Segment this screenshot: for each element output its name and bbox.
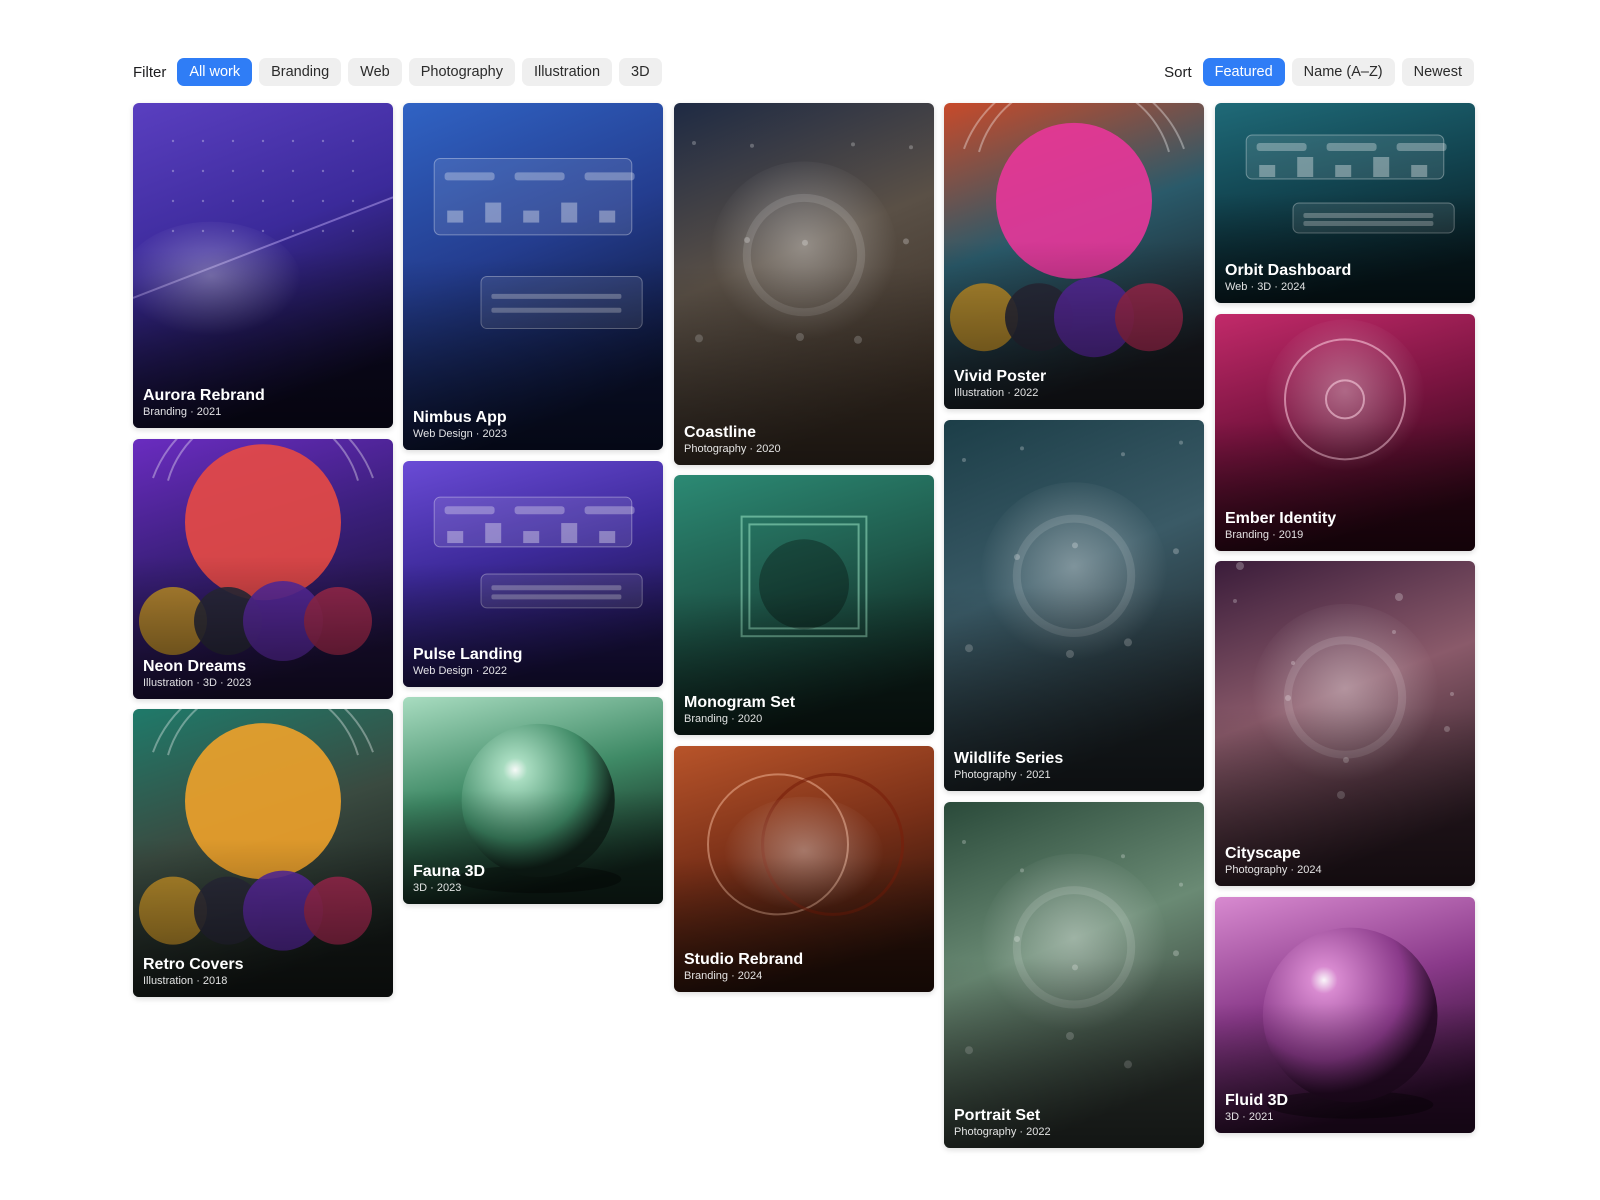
card-title: Vivid Poster xyxy=(954,368,1047,385)
sort-chip-featured[interactable]: Featured xyxy=(1202,58,1285,86)
project-card-retro-covers[interactable]: Retro Covers Illustration · 2018 xyxy=(133,709,393,997)
filter-chip-branding[interactable]: Branding xyxy=(259,58,342,86)
card-meta: Illustration · 2022 xyxy=(954,387,1039,399)
filter-label: Filter xyxy=(133,63,167,81)
project-card-cityscape[interactable]: Cityscape Photography · 2024 xyxy=(1215,561,1475,886)
project-card-aurora-rebrand[interactable]: Aurora Rebrand Branding · 2021 xyxy=(133,103,393,428)
card-title: Ember Identity xyxy=(1225,510,1337,527)
card-meta: Web Design · 2022 xyxy=(413,665,507,677)
project-card-monogram-set[interactable]: Monogram Set Branding · 2020 xyxy=(674,475,934,735)
filter-chip-3d[interactable]: 3D xyxy=(619,58,662,86)
card-title: Studio Rebrand xyxy=(684,951,804,968)
toolbar: Filter All work Branding Web Photography… xyxy=(133,57,1474,87)
card-title: Pulse Landing xyxy=(413,646,523,663)
sort-label: Sort xyxy=(1164,63,1192,81)
sort-chip-name[interactable]: Name (A–Z) xyxy=(1291,58,1395,86)
card-title: Neon Dreams xyxy=(143,658,247,675)
card-meta: Photography · 2020 xyxy=(684,443,781,455)
card-meta: Branding · 2019 xyxy=(1225,529,1304,541)
card-title: Cityscape xyxy=(1225,845,1301,862)
project-card-wildlife-series[interactable]: Wildlife Series Photography · 2021 xyxy=(944,420,1204,791)
filter-group: Filter All work Branding Web Photography… xyxy=(133,57,662,87)
project-card-coastline[interactable]: Coastline Photography · 2020 xyxy=(674,103,934,465)
filter-chip-all-work[interactable]: All work xyxy=(177,58,253,86)
card-meta: Photography · 2022 xyxy=(954,1126,1051,1138)
card-meta: Illustration · 2018 xyxy=(143,975,228,987)
sort-chip-newest[interactable]: Newest xyxy=(1401,58,1474,86)
card-meta: Branding · 2020 xyxy=(684,713,763,725)
card-title: Wildlife Series xyxy=(954,750,1064,767)
project-card-orbit-dashboard[interactable]: Orbit Dashboard Web · 3D · 2024 xyxy=(1215,103,1475,303)
card-meta: Illustration · 3D · 2023 xyxy=(143,677,252,689)
project-card-nimbus-app[interactable]: Nimbus App Web Design · 2023 xyxy=(403,103,663,450)
card-meta: Photography · 2024 xyxy=(1225,864,1322,876)
sort-group: Sort Featured Name (A–Z) Newest xyxy=(1164,57,1474,87)
card-title: Coastline xyxy=(684,424,757,441)
project-card-fluid-3d[interactable]: Fluid 3D 3D · 2021 xyxy=(1215,897,1475,1133)
project-card-studio-rebrand[interactable]: Studio Rebrand Branding · 2024 xyxy=(674,746,934,992)
card-meta: Branding · 2024 xyxy=(684,970,763,982)
card-meta: Web · 3D · 2024 xyxy=(1225,281,1306,293)
project-card-pulse-landing[interactable]: Pulse Landing Web Design · 2022 xyxy=(403,461,663,687)
card-title: Fauna 3D xyxy=(413,863,486,880)
card-title: Nimbus App xyxy=(413,409,507,426)
card-meta: Photography · 2021 xyxy=(954,769,1051,781)
filter-chip-illustration[interactable]: Illustration xyxy=(521,58,613,86)
card-title: Fluid 3D xyxy=(1225,1092,1289,1109)
card-meta: 3D · 2023 xyxy=(413,882,462,894)
card-meta: Web Design · 2023 xyxy=(413,428,507,440)
card-title: Aurora Rebrand xyxy=(143,387,265,404)
card-title: Orbit Dashboard xyxy=(1225,262,1352,279)
project-card-portrait-set[interactable]: Portrait Set Photography · 2022 xyxy=(944,802,1204,1148)
card-title: Retro Covers xyxy=(143,956,244,973)
card-meta: 3D · 2021 xyxy=(1225,1111,1274,1123)
project-card-fauna-3d[interactable]: Fauna 3D 3D · 2023 xyxy=(403,697,663,904)
project-card-ember-identity[interactable]: Ember Identity Branding · 2019 xyxy=(1215,314,1475,551)
filter-chip-photography[interactable]: Photography xyxy=(408,58,515,86)
card-title: Portrait Set xyxy=(954,1107,1041,1124)
project-card-vivid-poster[interactable]: Vivid Poster Illustration · 2022 xyxy=(944,103,1204,409)
card-meta: Branding · 2021 xyxy=(143,406,222,418)
card-title: Monogram Set xyxy=(684,694,796,711)
filter-chip-web[interactable]: Web xyxy=(348,58,402,86)
project-card-neon-dreams[interactable]: Neon Dreams Illustration · 3D · 2023 xyxy=(133,439,393,699)
